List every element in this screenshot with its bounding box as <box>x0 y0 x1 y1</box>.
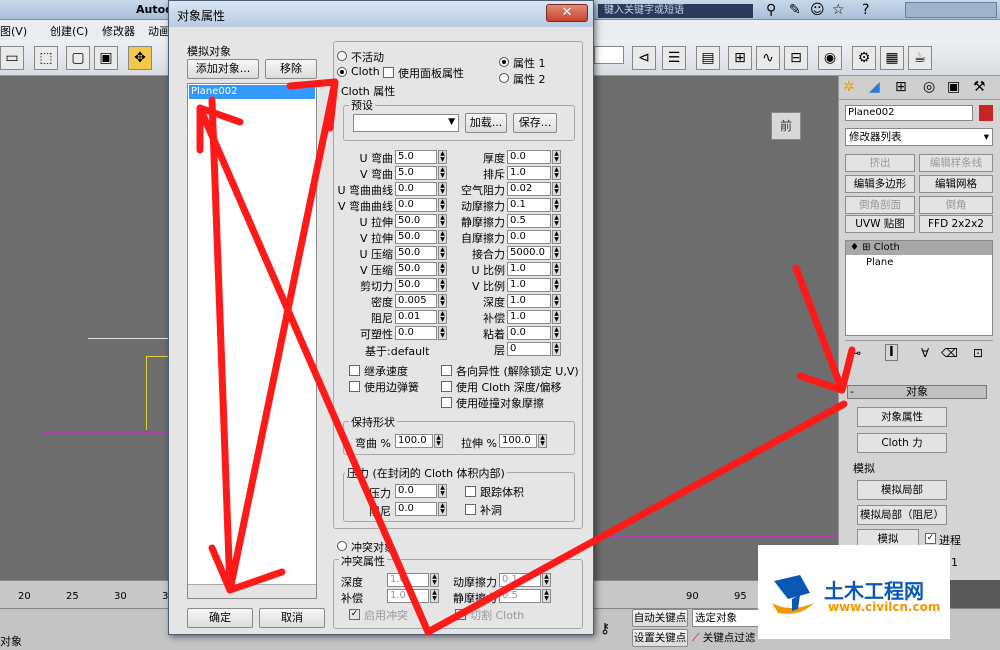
watermark-url: www.civilcn.com <box>828 600 941 614</box>
civilcn-logo-icon <box>772 575 814 614</box>
annotation-arrow <box>226 78 339 594</box>
annotation-arrowhead <box>208 544 286 594</box>
annotation-arrow <box>792 264 846 394</box>
watermark: 土木工程网 www.civilcn.com <box>758 545 950 639</box>
